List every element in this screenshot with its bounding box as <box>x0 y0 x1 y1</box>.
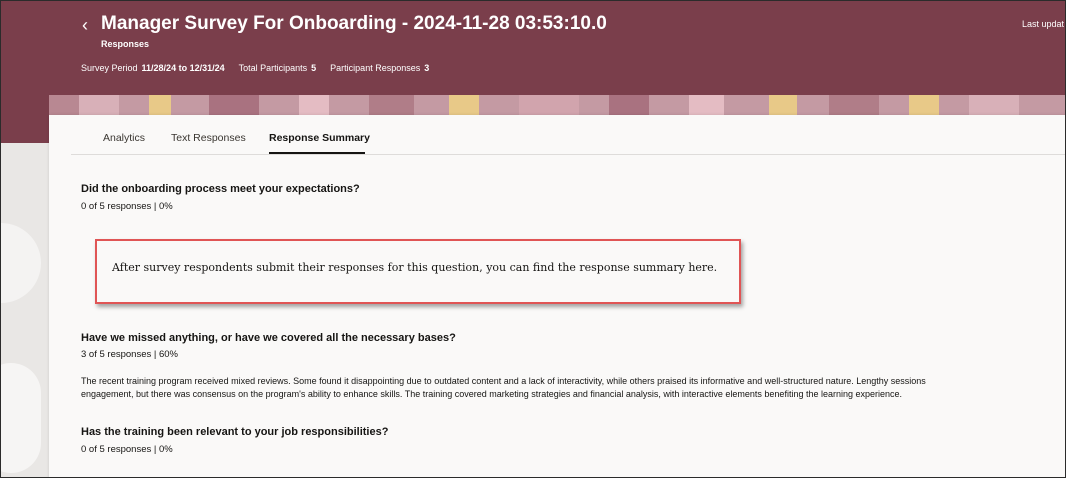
answer-text-line: The recent training program received mix… <box>81 376 926 386</box>
content-panel: Analytics Text Responses Response Summar… <box>49 115 1065 477</box>
total-participants-label: Total Participants <box>238 63 308 73</box>
tab-text-responses[interactable]: Text Responses <box>171 132 246 144</box>
back-icon[interactable]: ‹ <box>77 15 93 35</box>
response-summary-notice: After survey respondents submit their re… <box>95 239 741 304</box>
page-subtitle: Responses <box>101 39 150 49</box>
participant-responses-value: 3 <box>424 63 430 73</box>
participant-responses-label: Participant Responses <box>330 63 421 73</box>
question-title: Has the training been relevant to your j… <box>81 426 389 438</box>
survey-period-label: Survey Period <box>81 63 138 73</box>
survey-period-value: 11/28/24 to 12/31/24 <box>141 63 225 73</box>
background-pattern <box>1 143 49 477</box>
app-window: ‹ Manager Survey For Onboarding - 2024-1… <box>0 0 1066 478</box>
question-response-count: 3 of 5 responses | 60% <box>81 349 178 360</box>
tab-response-summary[interactable]: Response Summary <box>269 132 370 144</box>
tab-analytics[interactable]: Analytics <box>103 132 145 144</box>
total-participants-value: 5 <box>311 63 317 73</box>
question-title: Did the onboarding process meet your exp… <box>81 183 360 195</box>
answer-text-line: engagement, but there was consensus on t… <box>81 389 903 399</box>
notice-text: After survey respondents submit their re… <box>112 261 718 274</box>
last-updated-label: Last updat <box>1022 19 1065 29</box>
tab-bar: Analytics Text Responses Response Summar… <box>71 115 1065 155</box>
survey-meta: Survey Period 11/28/24 to 12/31/24 Total P… <box>81 63 443 73</box>
decorative-banner <box>49 95 1065 115</box>
question-title: Have we missed anything, or have we cove… <box>81 332 456 344</box>
page-title: Manager Survey For Onboarding - 2024-11-… <box>101 13 607 34</box>
question-response-count: 0 of 5 responses | 0% <box>81 201 173 212</box>
active-tab-indicator <box>269 152 365 154</box>
question-response-count: 0 of 5 responses | 0% <box>81 444 173 455</box>
